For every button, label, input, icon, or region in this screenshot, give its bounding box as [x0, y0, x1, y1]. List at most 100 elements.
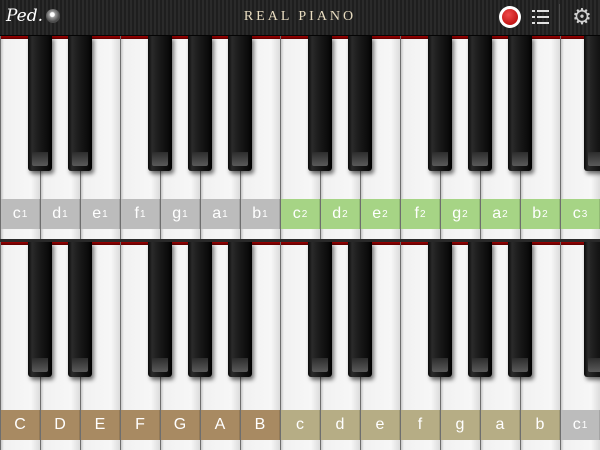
black-key[interactable]: [188, 242, 212, 377]
note-name: D: [54, 416, 66, 433]
note-name: a: [492, 205, 502, 222]
note-label: a1: [201, 199, 240, 229]
octave-number: 1: [581, 419, 588, 431]
note-name: c: [292, 205, 301, 222]
black-key[interactable]: [28, 36, 52, 171]
note-name: c: [296, 416, 304, 433]
list-menu-button[interactable]: [532, 9, 550, 25]
note-name: b: [252, 205, 262, 222]
note-label: a2: [481, 199, 520, 229]
note-name: f: [417, 416, 423, 433]
black-key[interactable]: [68, 242, 92, 377]
note-label: e2: [361, 199, 400, 229]
list-menu-icon: [532, 10, 549, 24]
lower-keyboard: CDEFGABcdefgabc1: [0, 242, 600, 450]
octave-number: 2: [542, 208, 548, 220]
note-name: e: [375, 416, 385, 433]
note-label: d: [321, 410, 360, 440]
note-label: e1: [81, 199, 120, 229]
note-label: a: [481, 410, 520, 440]
black-key[interactable]: [348, 242, 372, 377]
note-label: D: [41, 410, 80, 440]
note-name: e: [372, 205, 382, 222]
note-label: b1: [241, 199, 280, 229]
octave-number: 1: [62, 208, 68, 220]
note-label: c: [281, 410, 320, 440]
black-key[interactable]: [68, 36, 92, 171]
note-name: f: [134, 205, 139, 222]
note-label: c3: [561, 199, 600, 229]
octave-number: 2: [419, 208, 426, 220]
octave-number: 1: [182, 208, 188, 220]
note-name: g: [452, 205, 462, 222]
note-label: E: [81, 410, 120, 440]
note-label: F: [121, 410, 160, 440]
note-label: c1: [561, 410, 600, 440]
black-key[interactable]: [428, 242, 452, 377]
octave-number: 2: [342, 208, 348, 220]
note-label: b2: [521, 199, 560, 229]
black-key[interactable]: [508, 242, 532, 377]
note-label: c2: [281, 199, 320, 229]
black-key[interactable]: [28, 242, 52, 377]
note-label: C: [1, 410, 40, 440]
black-key[interactable]: [508, 36, 532, 171]
octave-number: 2: [502, 208, 508, 220]
octave-number: 1: [102, 208, 108, 220]
octave-number: 1: [21, 208, 28, 220]
note-label: G: [161, 410, 200, 440]
note-name: f: [414, 205, 419, 222]
black-key[interactable]: [584, 36, 600, 171]
note-name: G: [173, 416, 187, 433]
settings-button[interactable]: ⚙: [570, 6, 594, 30]
note-name: d: [52, 205, 62, 222]
octave-number: 1: [222, 208, 228, 220]
note-name: A: [214, 416, 226, 433]
note-label: d1: [41, 199, 80, 229]
note-name: B: [254, 416, 266, 433]
record-button[interactable]: [499, 6, 521, 28]
black-key[interactable]: [148, 36, 172, 171]
note-name: e: [92, 205, 102, 222]
note-label: d2: [321, 199, 360, 229]
note-name: b: [535, 416, 545, 433]
note-name: C: [14, 416, 26, 433]
note-name: c: [572, 416, 581, 433]
black-key[interactable]: [148, 242, 172, 377]
gear-icon: ⚙: [572, 5, 592, 30]
note-label: B: [241, 410, 280, 440]
black-key[interactable]: [228, 242, 252, 377]
note-label: c1: [1, 199, 40, 229]
octave-number: 2: [301, 208, 308, 220]
note-label: g1: [161, 199, 200, 229]
note-name: g: [455, 416, 465, 433]
octave-number: 1: [262, 208, 268, 220]
note-label: f1: [121, 199, 160, 229]
octave-number: 2: [382, 208, 388, 220]
black-key[interactable]: [308, 36, 332, 171]
note-label: b: [521, 410, 560, 440]
black-key[interactable]: [228, 36, 252, 171]
note-name: c: [572, 205, 581, 222]
top-toolbar: Ped. REAL PIANO ⚙: [0, 0, 600, 36]
note-name: c: [12, 205, 21, 222]
note-name: F: [135, 416, 145, 433]
black-key[interactable]: [348, 36, 372, 171]
black-key[interactable]: [468, 36, 492, 171]
note-name: a: [212, 205, 222, 222]
black-key[interactable]: [584, 242, 600, 377]
black-key[interactable]: [428, 36, 452, 171]
black-key[interactable]: [308, 242, 332, 377]
note-label: g: [441, 410, 480, 440]
note-label: e: [361, 410, 400, 440]
note-name: g: [172, 205, 182, 222]
octave-number: 1: [139, 208, 146, 220]
note-name: d: [335, 416, 345, 433]
octave-number: 2: [462, 208, 468, 220]
black-key[interactable]: [188, 36, 212, 171]
note-label: f: [401, 410, 440, 440]
note-name: b: [532, 205, 542, 222]
black-key[interactable]: [468, 242, 492, 377]
note-label: g2: [441, 199, 480, 229]
note-label: f2: [401, 199, 440, 229]
